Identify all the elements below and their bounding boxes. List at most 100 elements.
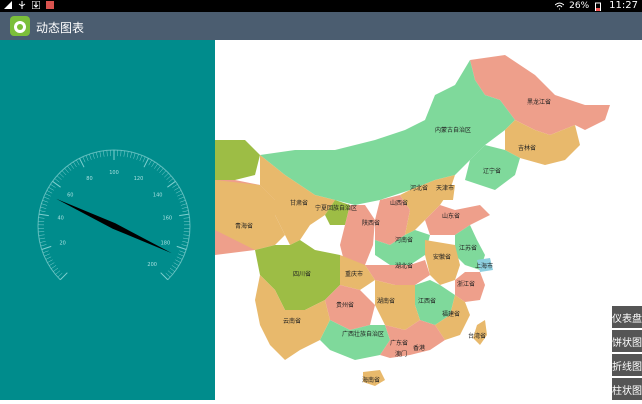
gauge-tick <box>177 194 182 197</box>
gauge-tick <box>76 160 79 165</box>
label-hongkong: 香港 <box>413 344 425 352</box>
gauge-tick <box>183 235 189 236</box>
gauge-tick <box>83 157 85 162</box>
gauge-tick <box>40 211 46 212</box>
gauge-tick <box>121 150 122 156</box>
gauge-tick-label: 80 <box>86 176 92 182</box>
download-icon <box>32 1 40 9</box>
label-taiwan: 台湾省 <box>468 332 486 340</box>
gauge-tick <box>182 241 188 242</box>
label-heilongjiang: 黑龙江省 <box>527 98 551 106</box>
gauge-tick <box>127 151 128 157</box>
label-liaoning: 辽宁省 <box>483 167 501 175</box>
gauge-tick <box>154 164 157 169</box>
gauge-tick <box>46 257 51 260</box>
gauge-tick <box>40 207 46 208</box>
gauge-tick <box>100 151 101 157</box>
gauge-tick-label: 160 <box>163 216 173 222</box>
status-bar: 26% 11:27 <box>0 0 642 12</box>
gauge-tick <box>173 184 178 187</box>
label-jiangxi: 江西省 <box>418 297 436 305</box>
gauge-tick <box>41 244 47 246</box>
pie-chart-button[interactable]: 饼状图 <box>612 330 642 352</box>
label-gansu: 甘肃省 <box>290 199 308 207</box>
label-jilin: 吉林省 <box>518 144 536 152</box>
gauge-tick <box>49 187 54 190</box>
label-hainan: 海南省 <box>362 376 380 384</box>
gauge-tick <box>50 184 55 187</box>
gauge-tick <box>149 160 152 165</box>
bar-chart-button[interactable]: 柱状图 <box>612 378 642 400</box>
map-svg: 黑龙江省 吉林省 辽宁省 内蒙古自治区 河北省 天津市 山西省 山东省 宁夏回族… <box>215 40 642 400</box>
wifi-icon <box>555 2 563 10</box>
line-chart-button[interactable]: 折线图 <box>612 354 642 376</box>
gauge-tick <box>39 235 45 236</box>
gauge-tick <box>164 173 168 177</box>
gauge-tick-label: 100 <box>109 170 119 176</box>
gauge-tick <box>58 273 62 277</box>
label-hunan: 湖南省 <box>377 297 395 305</box>
gauge-tick <box>49 263 54 266</box>
speed-gauge: 20406080100120140160180200 <box>0 40 215 400</box>
label-chongqing: 重庆市 <box>345 270 363 278</box>
label-guizhou: 贵州省 <box>336 301 354 309</box>
label-shandong: 山东省 <box>442 212 460 220</box>
gauge-tick <box>137 154 139 160</box>
gauge-tick <box>177 246 187 249</box>
gauge-tick-label: 180 <box>161 241 171 247</box>
province-hunan <box>375 280 420 330</box>
label-ningxia: 宁夏回族自治区 <box>315 204 357 212</box>
gauge-tick <box>176 190 181 193</box>
notification-icon <box>46 1 54 9</box>
gauge-tick <box>55 178 60 182</box>
gauge-tick <box>152 162 155 167</box>
gauge-panel: 20406080100120140160180200 <box>0 40 215 400</box>
region-west <box>215 140 260 180</box>
gauge-tick <box>178 254 184 256</box>
label-shanghai: 上海市 <box>475 262 493 270</box>
app-title: 动态图表 <box>36 19 84 36</box>
gauge-chart-button[interactable]: 仪表盘 <box>612 306 642 328</box>
gauge-tick <box>134 153 136 159</box>
battery-percent: 26% <box>569 1 589 11</box>
gauge-tick <box>179 251 185 253</box>
gauge-tick <box>169 178 174 182</box>
gauge-tick <box>143 157 145 162</box>
signal-icon <box>4 1 12 9</box>
gauge-tick <box>43 251 49 253</box>
gauge-tick <box>175 260 180 263</box>
label-anhui: 安徽省 <box>433 253 451 261</box>
gauge-tick <box>168 271 173 275</box>
label-guangdong: 广东省 <box>390 339 408 347</box>
label-sichuan: 四川省 <box>293 270 311 278</box>
gauge-needle <box>56 199 172 253</box>
gauge-tick <box>184 218 190 219</box>
gauge-tick-label: 200 <box>147 262 157 268</box>
gauge-tick <box>124 151 125 157</box>
label-shaanxi: 陕西省 <box>362 219 380 227</box>
label-fujian: 福建省 <box>442 310 460 318</box>
gauge-tick <box>107 150 108 156</box>
clock: 11:27 <box>609 0 638 11</box>
gauge-tick-label: 120 <box>134 176 144 182</box>
gauge-tick <box>86 155 88 161</box>
gauge-tick <box>157 166 161 171</box>
action-bar <box>0 12 642 40</box>
gauge-tick <box>180 200 186 202</box>
gauge-tick <box>53 268 58 272</box>
gauge-tick <box>182 207 188 208</box>
gauge-tick <box>179 214 189 216</box>
label-qinghai: 青海省 <box>235 222 253 230</box>
gauge-tick <box>73 162 76 167</box>
china-map[interactable]: 黑龙江省 吉林省 辽宁省 内蒙古自治区 河北省 天津市 山西省 山东省 宁夏回族… <box>215 40 642 400</box>
gauge-tick <box>174 187 179 190</box>
label-hubei: 湖北省 <box>395 262 413 270</box>
label-macau: 澳门 <box>395 350 407 358</box>
label-tianjin: 天津市 <box>436 184 454 192</box>
gauge-tick <box>42 200 48 202</box>
gauge-tick <box>47 260 52 263</box>
gauge-tick-label: 20 <box>59 241 65 247</box>
gauge-tick <box>65 168 69 173</box>
gauge-tick <box>177 257 182 260</box>
gauge-tick <box>67 166 71 171</box>
